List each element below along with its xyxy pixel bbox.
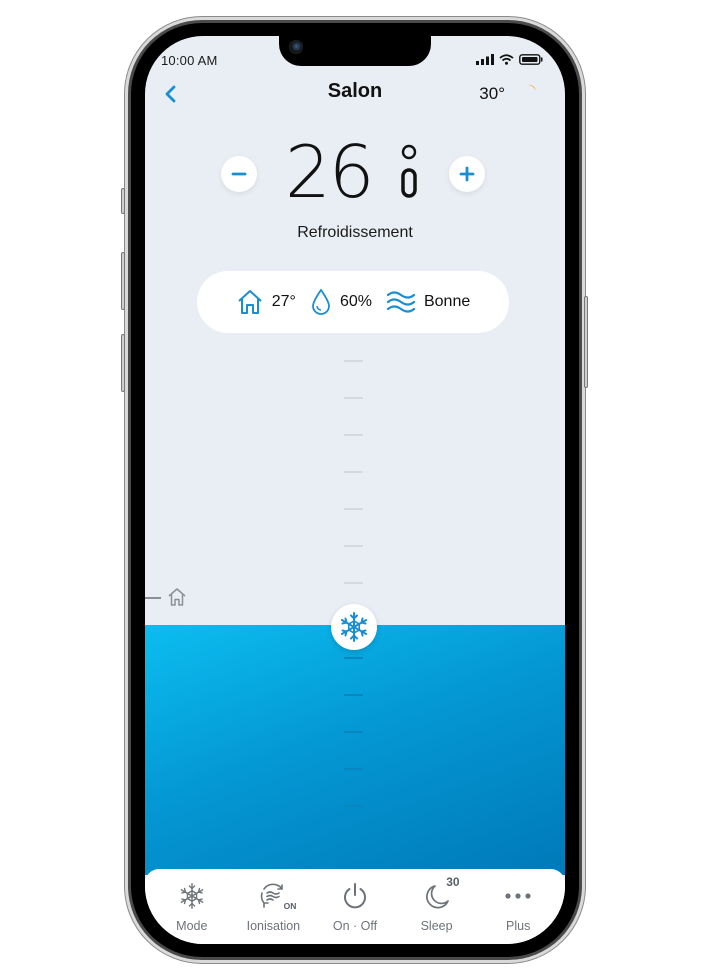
slider-tick xyxy=(344,397,363,399)
mode-label: Refroidissement xyxy=(297,224,413,241)
ionisation-badge: ON xyxy=(283,901,297,911)
slider-tick xyxy=(344,545,363,547)
indoor-temperature-value: 27° xyxy=(271,293,296,310)
power-icon xyxy=(343,883,366,909)
power-side-button xyxy=(584,296,588,388)
sleep-timer-badge: 30 xyxy=(446,875,460,889)
more-icon xyxy=(505,893,531,899)
setpoint-value: 26 xyxy=(285,130,375,214)
nav-label: Ionisation xyxy=(246,919,301,933)
status-icons xyxy=(476,54,543,65)
outdoor-temperature: 30° xyxy=(479,84,505,103)
marker-line xyxy=(145,597,161,599)
battery-icon xyxy=(519,54,543,65)
nav-label: Plus xyxy=(506,919,531,933)
bottom-nav: Mode ON Ionisation On · Off 30 Sleep Plu… xyxy=(145,869,565,944)
volume-down-button xyxy=(121,334,125,392)
slider-tick xyxy=(344,768,363,770)
slider-tick xyxy=(344,471,363,473)
temperature-slider[interactable] xyxy=(145,336,565,936)
notch xyxy=(279,36,431,66)
snowflake-icon xyxy=(180,883,204,909)
wifi-icon xyxy=(499,54,514,65)
air-quality-value: Bonne xyxy=(423,293,471,310)
slider-tick xyxy=(344,731,363,733)
nav-label: Sleep xyxy=(420,919,453,933)
decrease-button[interactable] xyxy=(221,156,257,192)
nav-more[interactable]: Plus xyxy=(480,869,556,944)
front-camera xyxy=(289,40,303,54)
setpoint-control: 26 xyxy=(145,132,565,212)
air-quality: Bonne xyxy=(386,289,470,315)
plus-icon xyxy=(459,166,475,182)
humidity-value: 60% xyxy=(339,293,372,310)
slider-knob[interactable] xyxy=(331,604,377,650)
slider-tick xyxy=(344,582,363,584)
slider-tick xyxy=(344,694,363,696)
nav-ionisation[interactable]: ON Ionisation xyxy=(235,869,311,944)
mute-switch xyxy=(121,188,125,214)
indoor-temperature: 27° xyxy=(236,288,296,316)
home-icon xyxy=(168,588,186,606)
snowflake-icon xyxy=(340,612,368,642)
status-time: 10:00 AM xyxy=(161,53,218,68)
nav-label: Mode xyxy=(176,919,208,933)
nav-power[interactable]: On · Off xyxy=(317,869,393,944)
nav-label: On · Off xyxy=(332,919,378,933)
slider-tick xyxy=(344,657,363,659)
slider-tick xyxy=(344,508,363,510)
header: Salon 30° xyxy=(145,76,565,112)
increase-button[interactable] xyxy=(449,156,485,192)
slider-tick xyxy=(344,360,363,362)
volume-up-button xyxy=(121,252,125,310)
home-icon xyxy=(238,290,262,314)
minus-icon xyxy=(231,172,247,176)
nav-mode[interactable]: Mode xyxy=(154,869,230,944)
indicators-pill: 27° 60% Bonne xyxy=(197,271,509,333)
signal-icon xyxy=(476,54,494,65)
degree-unit xyxy=(401,144,417,198)
nav-sleep[interactable]: 30 Sleep xyxy=(399,869,475,944)
slider-tick xyxy=(344,434,363,436)
app-screen: 10:00 AM Salon 30° 26 Refroidissement 27… xyxy=(145,36,565,944)
humidity: 60% xyxy=(310,288,372,316)
slider-fill xyxy=(145,625,565,875)
air-quality-icon xyxy=(386,291,416,313)
moon-icon xyxy=(528,84,536,101)
droplet-icon xyxy=(312,288,330,315)
slider-tick xyxy=(344,805,363,807)
